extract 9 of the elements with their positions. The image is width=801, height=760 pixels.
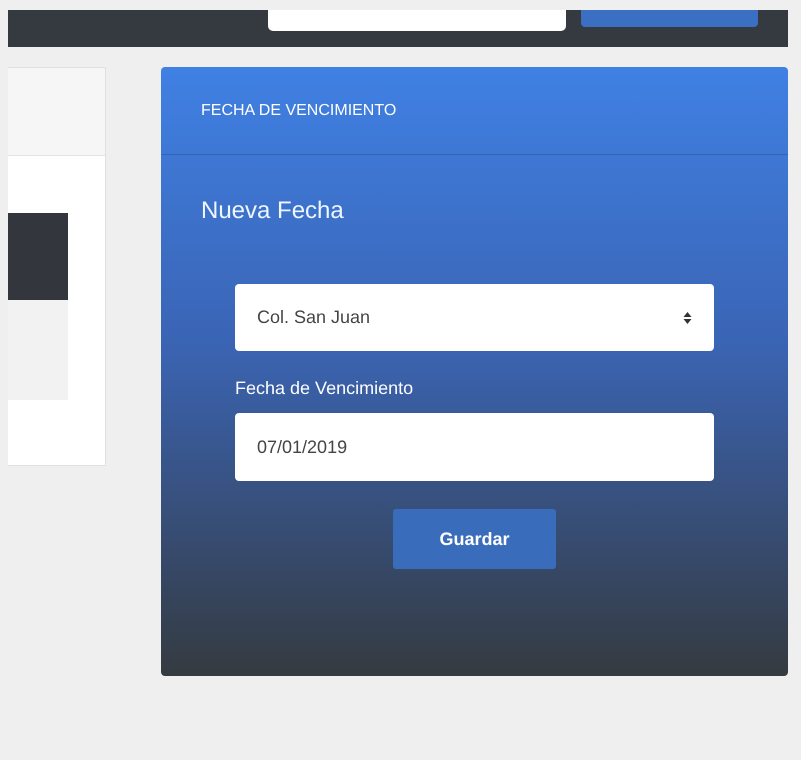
colony-select[interactable]: Col. San Juan (235, 284, 714, 351)
form-heading: Nueva Fecha (201, 197, 345, 225)
search-field[interactable] (268, 10, 566, 31)
top-button[interactable] (581, 10, 758, 27)
date-field[interactable]: 07/01/2019 (235, 413, 714, 481)
sort-icon (683, 310, 692, 324)
panel-title: FECHA DE VENCIMIENTO (201, 102, 396, 120)
field-label: Fecha de Vencimiento (235, 378, 414, 399)
save-button[interactable]: Guardar (393, 509, 556, 569)
